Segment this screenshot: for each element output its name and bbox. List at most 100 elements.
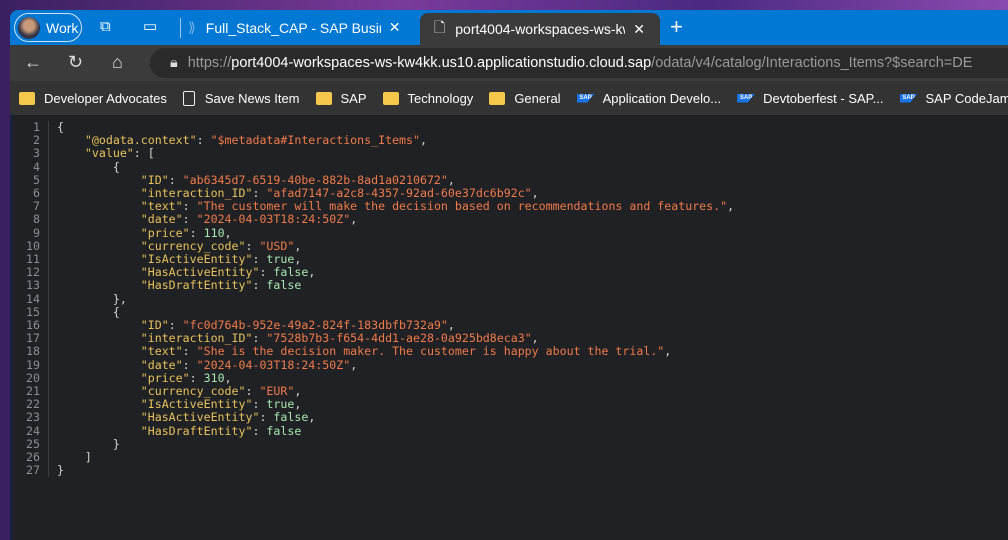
- back-icon[interactable]: ←: [24, 52, 42, 73]
- code-token: "ab6345d7-6519-40be-882b-8ad1a0210672": [182, 172, 448, 187]
- refresh-icon[interactable]: ↻: [68, 52, 83, 73]
- url-path: /odata/v4/catalog/Interactions_Items?$se…: [651, 55, 973, 71]
- line-number: 13: [13, 279, 49, 293]
- code-token: :: [189, 225, 204, 240]
- code-token: ,: [531, 186, 539, 201]
- browser-window: Work ⧉ ▭ ⟫ Full_Stack_CAP - SAP Business…: [10, 10, 1008, 540]
- code-token: ,: [419, 133, 427, 148]
- bookmark-label: General: [514, 90, 561, 106]
- code-token: :: [259, 410, 274, 425]
- code-token: "interaction_ID": [140, 331, 253, 346]
- bookmark-item[interactable]: SAP Application Develo...: [576, 91, 721, 106]
- address-bar[interactable]: 🔒︎ https://port4004-workspaces-ws-kw4kk.…: [150, 48, 1008, 78]
- code-line: 3 "value": [: [13, 146, 734, 161]
- lock-icon[interactable]: 🔒︎: [170, 55, 178, 71]
- code-token: },: [57, 291, 127, 306]
- code-token: :: [168, 172, 183, 187]
- workspaces-icon[interactable]: ⧉: [100, 18, 111, 35]
- code-token: ,: [224, 225, 232, 240]
- code-token: :: [182, 212, 197, 227]
- code-token: "date": [140, 357, 183, 372]
- code-token: "price": [140, 370, 190, 385]
- code-token: ,: [447, 172, 455, 187]
- code-token: "HasActiveEntity": [140, 265, 260, 280]
- line-number: 18: [13, 345, 49, 359]
- home-icon[interactable]: ⌂: [112, 52, 123, 73]
- code-token: ,: [727, 199, 735, 214]
- profile-label: Work: [46, 19, 79, 36]
- code-token: "IsActiveEntity": [140, 252, 253, 267]
- tab-label: Full_Stack_CAP - SAP Business Ap: [205, 19, 381, 36]
- code-token: ,: [224, 370, 232, 385]
- sap-icon: SAP: [737, 93, 756, 103]
- avatar: [18, 16, 40, 39]
- bookmark-item[interactable]: SAP: [315, 91, 367, 106]
- tab-bar: Work ⧉ ▭ ⟫ Full_Stack_CAP - SAP Business…: [10, 10, 1008, 45]
- json-code: 1 {2 "@odata.context": "$metadata#Interac…: [13, 120, 735, 478]
- code-token: "fc0d764b-952e-49a2-824f-183dbfb732a9": [182, 318, 448, 333]
- code-token: :: [182, 357, 197, 372]
- line-number: 9: [13, 226, 49, 240]
- bookmark-item[interactable]: Developer Advocates: [19, 91, 167, 106]
- tab-full-stack-cap[interactable]: ⟫ Full_Stack_CAP - SAP Business Ap ✕: [188, 10, 420, 45]
- profile-button[interactable]: Work: [14, 13, 82, 42]
- close-tab-icon[interactable]: ✕: [389, 19, 401, 36]
- page-icon: [182, 90, 195, 106]
- line-number: 6: [13, 186, 49, 201]
- line-number: 3: [13, 147, 49, 161]
- close-tab-icon[interactable]: ✕: [633, 21, 645, 38]
- code-token: :: [182, 199, 197, 214]
- code-token: "price": [140, 225, 190, 240]
- tab-odata-active[interactable]: 🗋 port4004-workspaces-ws-kw4kk.us10.appl…: [420, 13, 660, 45]
- code-token: :: [168, 318, 183, 333]
- code-token: false: [273, 410, 309, 425]
- code-line: 24 "HasDraftEntity": false: [13, 423, 734, 438]
- new-tab-button[interactable]: +: [670, 14, 683, 40]
- code-token: ,: [664, 344, 672, 359]
- folder-icon: [315, 91, 332, 105]
- bookmark-item[interactable]: SAP SAP CodeJam - SAP...: [899, 91, 1008, 106]
- code-token: ,: [350, 212, 358, 227]
- bookmark-label: Save News Item: [204, 90, 300, 106]
- code-token: "The customer will make the decision bas…: [196, 199, 728, 214]
- code-token: "value": [84, 146, 134, 161]
- line-number: 4: [13, 160, 49, 174]
- code-token: "text": [140, 199, 183, 214]
- vertical-tabs-icon[interactable]: ▭: [143, 17, 157, 35]
- address-row: ← ↻ ⌂ 🔒︎ https://port4004-workspaces-ws-…: [10, 45, 1008, 81]
- code-token: :: [252, 423, 267, 438]
- code-line: 26 ]: [13, 450, 734, 465]
- code-token: "USD": [259, 238, 295, 253]
- page-icon: 🗋: [434, 19, 446, 35]
- code-token: "$metadata#Interactions_Items": [210, 133, 420, 148]
- code-token: ,: [531, 331, 539, 346]
- bookmark-item[interactable]: General: [489, 90, 561, 106]
- code-token: ,: [308, 410, 316, 425]
- code-token: ,: [294, 238, 302, 253]
- code-token: "text": [140, 344, 183, 359]
- folder-icon: [19, 91, 35, 105]
- line-number: 8: [13, 213, 49, 227]
- code-token: :: [259, 265, 274, 280]
- code-line: 14 },: [13, 291, 734, 306]
- bookmark-item[interactable]: Save News Item: [182, 90, 300, 106]
- bookmark-item[interactable]: Technology: [382, 91, 473, 106]
- line-number: 7: [13, 200, 49, 214]
- bookmark-item[interactable]: SAP Devtoberfest - SAP...: [737, 91, 884, 106]
- code-token: ,: [294, 252, 302, 267]
- code-token: "She is the decision maker. The customer…: [196, 344, 665, 359]
- code-token: "HasDraftEntity": [140, 278, 253, 293]
- code-token: ,: [308, 265, 316, 280]
- code-token: true: [266, 252, 295, 267]
